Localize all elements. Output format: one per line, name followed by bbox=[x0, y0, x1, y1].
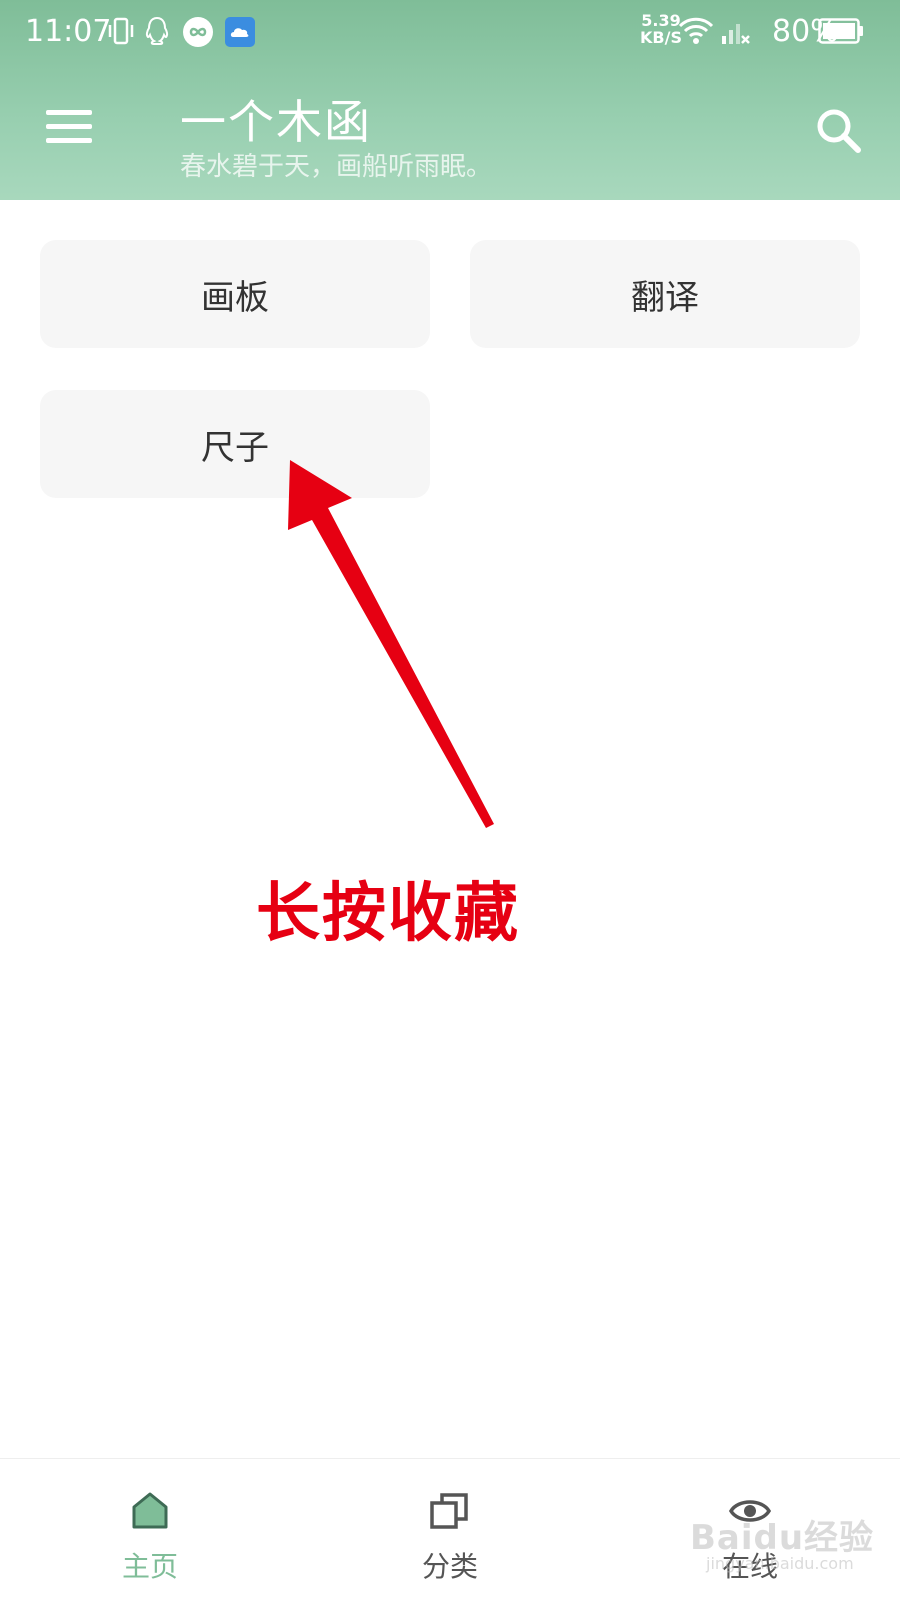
net-speed-unit: KB/S bbox=[640, 28, 682, 47]
battery-icon bbox=[818, 18, 864, 48]
tile-label: 尺子 bbox=[201, 427, 269, 468]
app-header: 11:07 5.39 KB/S 80% 一个木函 春水碧于天，画船听雨眠。 bbox=[0, 0, 900, 200]
search-button[interactable] bbox=[812, 104, 868, 160]
tile-label: 翻译 bbox=[631, 277, 699, 318]
menu-button[interactable] bbox=[40, 100, 100, 156]
hamburger-menu-icon bbox=[46, 110, 92, 143]
category-icon bbox=[430, 1493, 468, 1529]
home-icon bbox=[132, 1492, 168, 1529]
nav-item-home[interactable]: 主页 bbox=[0, 1459, 300, 1601]
cloud-app-icon bbox=[224, 16, 256, 52]
infinity-app-icon bbox=[182, 16, 214, 52]
nav-item-category[interactable]: 分类 bbox=[300, 1459, 600, 1601]
net-speed-value: 5.39 bbox=[641, 11, 681, 30]
net-speed: 5.39 KB/S bbox=[640, 12, 682, 46]
search-icon bbox=[817, 109, 861, 153]
status-time: 11:07 bbox=[25, 14, 112, 49]
tile-drawing-board[interactable]: 画板 bbox=[40, 240, 430, 348]
signal-icon bbox=[720, 16, 750, 50]
app-title: 一个木函 bbox=[180, 95, 372, 149]
nav-label-category: 分类 bbox=[421, 1550, 478, 1583]
app-subtitle: 春水碧于天，画船听雨眠。 bbox=[180, 152, 493, 182]
tile-label: 画板 bbox=[201, 277, 269, 318]
nav-label-home: 主页 bbox=[121, 1550, 178, 1583]
vibrate-icon bbox=[108, 16, 134, 50]
annotation-text: 长按收藏 bbox=[256, 877, 520, 951]
tile-translate[interactable]: 翻译 bbox=[470, 240, 860, 348]
baidu-watermark-url: jingyan.baidu.com bbox=[706, 1554, 854, 1573]
status-bar: 11:07 5.39 KB/S 80% bbox=[0, 0, 900, 64]
qq-icon bbox=[144, 16, 170, 50]
baidu-watermark: Baidu经验 bbox=[690, 1518, 875, 1558]
wifi-icon bbox=[678, 16, 714, 50]
tile-ruler[interactable]: 尺子 bbox=[40, 390, 430, 498]
